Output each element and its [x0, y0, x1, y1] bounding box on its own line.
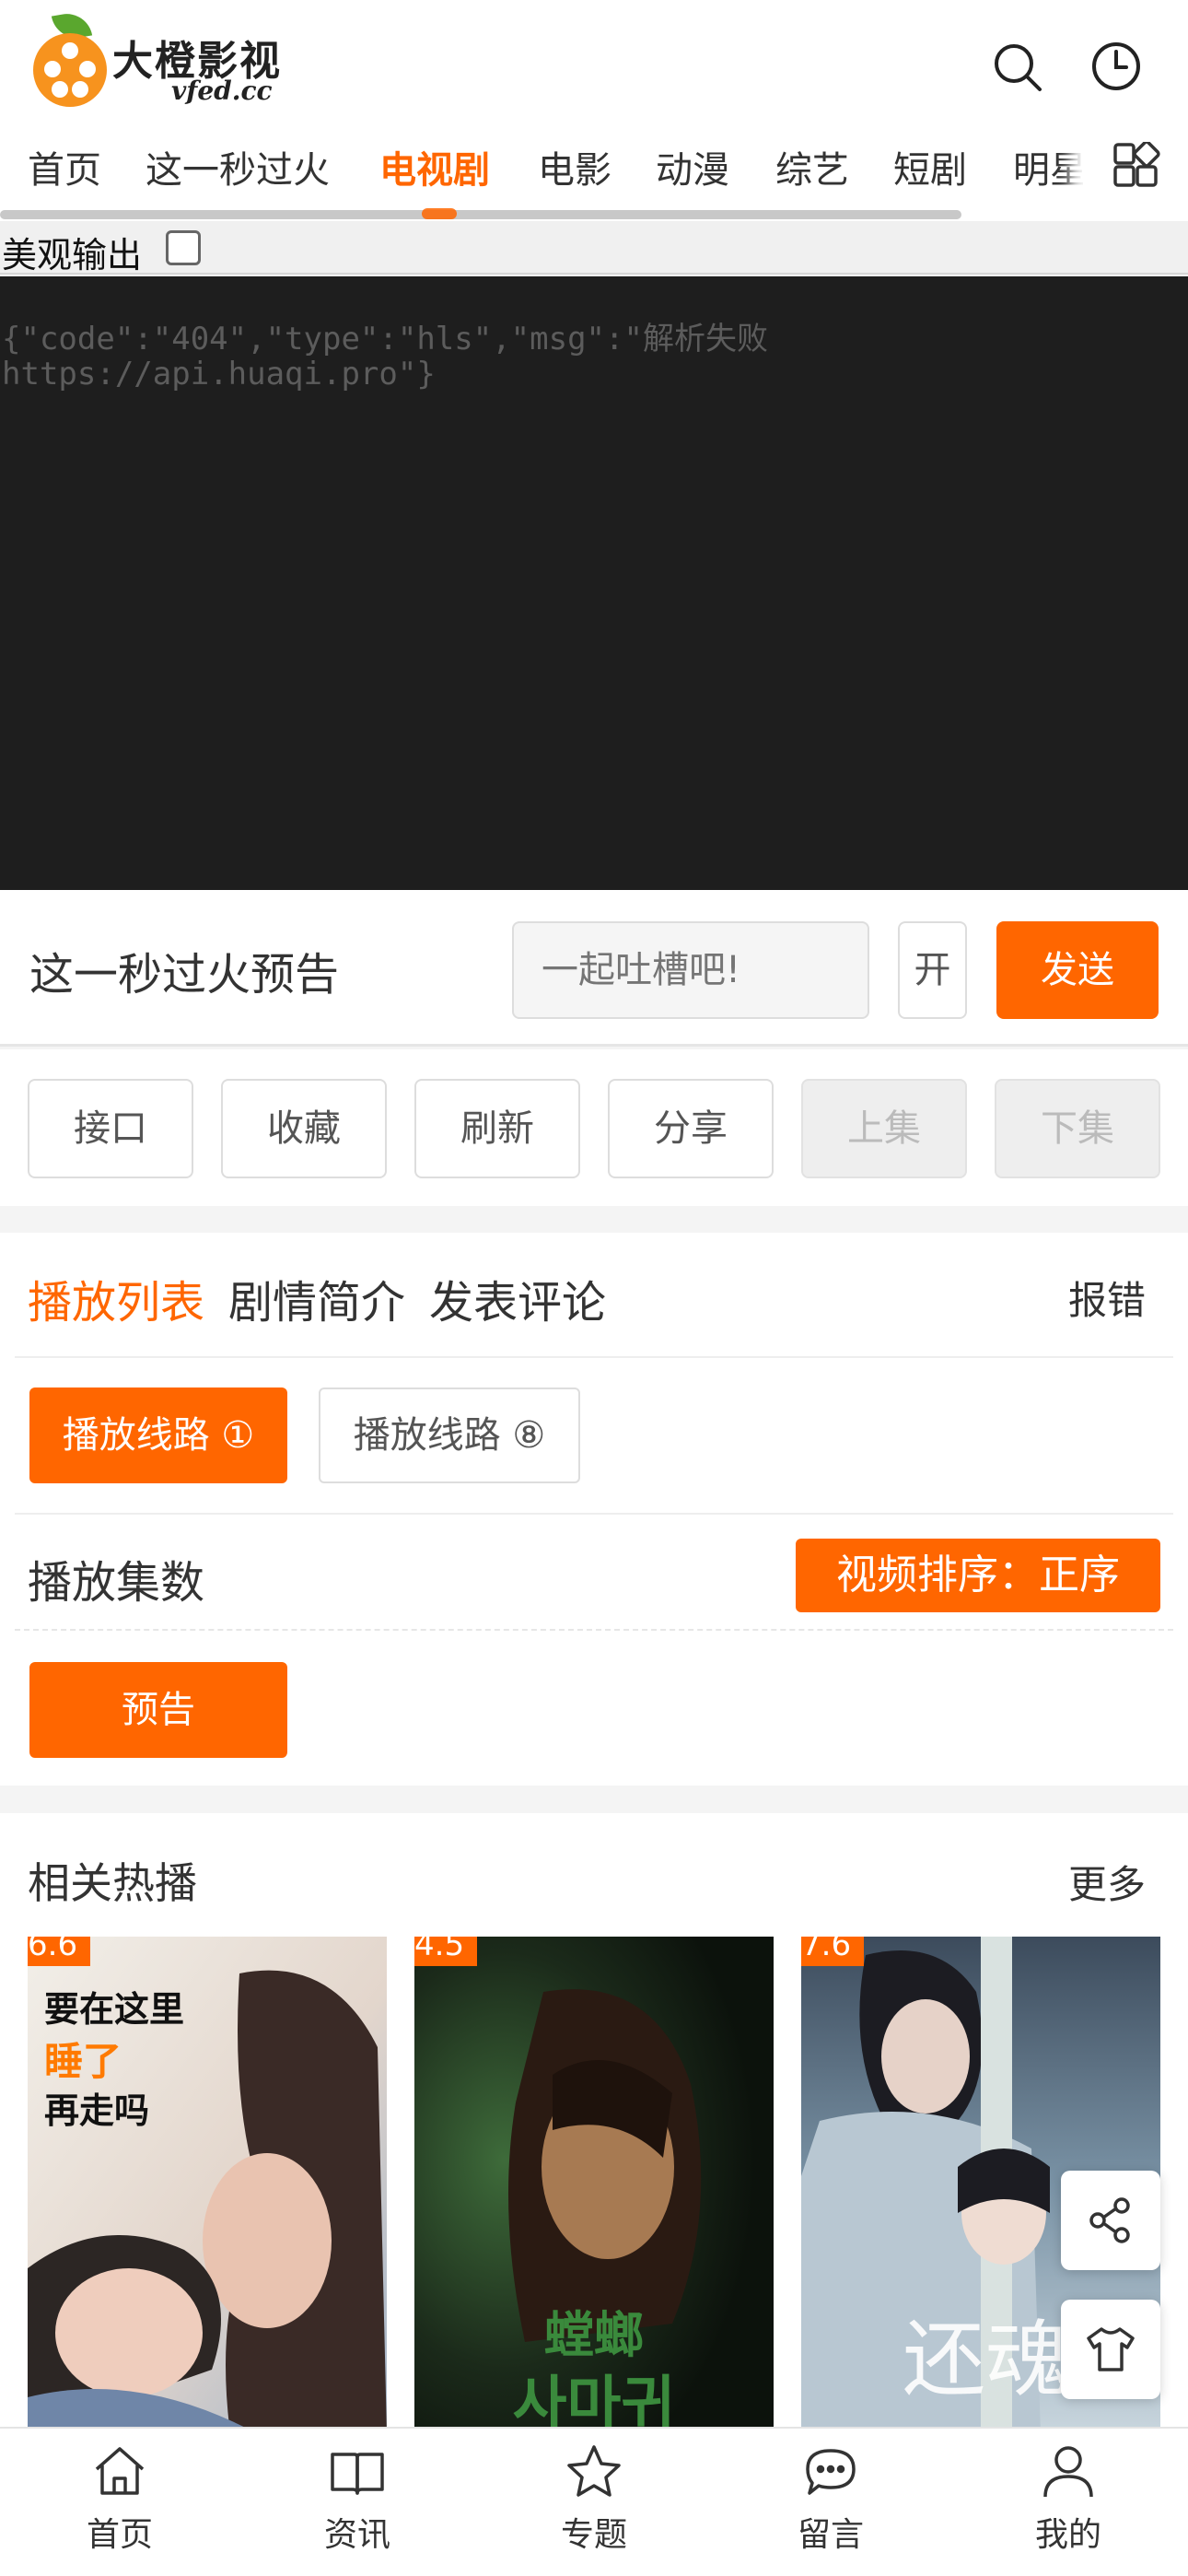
share-button[interactable]: 分享 [608, 1079, 774, 1178]
tshirt-icon [1087, 2327, 1135, 2371]
nav-item-star[interactable]: 明星 [1013, 140, 1087, 193]
danmaku-input[interactable] [512, 921, 869, 1019]
floating-skin-button[interactable] [1061, 2300, 1160, 2399]
site-logo[interactable]: 大橙影视 vfed.cc [33, 9, 300, 114]
route-button-1[interactable]: 播放线路 ① [29, 1388, 287, 1483]
dashed-divider [15, 1629, 1173, 1631]
next-episode-button[interactable]: 下集 [995, 1079, 1160, 1178]
tab-playlist[interactable]: 播放列表 [28, 1266, 204, 1330]
danmaku-send-button[interactable]: 发送 [996, 921, 1159, 1019]
bottom-nav-label: 首页 [86, 2516, 153, 2554]
nav-item-home[interactable]: 首页 [28, 140, 101, 193]
divider [15, 1356, 1173, 1358]
sort-order-button[interactable]: 视频排序：正序 [796, 1539, 1160, 1612]
share-icon [1089, 2197, 1130, 2243]
player-controls: 接口 收藏 刷新 分享 上集 下集 [0, 1049, 1188, 1206]
logo-subtitle: vfed.cc [171, 76, 273, 106]
star-icon [567, 2445, 621, 2497]
score-badge: 7.6 [801, 1937, 865, 1977]
tab-comment[interactable]: 发表评论 [429, 1266, 606, 1330]
bottom-nav: 首页 资讯 专题 留言 我的 [0, 2427, 1188, 2576]
related-card-1[interactable]: 要在这里 睡了 再走吗 6.6 [28, 1937, 387, 2429]
prev-episode-button[interactable]: 上集 [801, 1079, 967, 1178]
error-json-line-2: https://api.huaqi.pro"} [2, 356, 436, 392]
danmaku-bar: 这一秒过火预告 开 发送 [0, 890, 1188, 1047]
score-badge: 4.5 [414, 1937, 478, 1977]
favorite-button[interactable]: 收藏 [221, 1079, 387, 1178]
category-nav: 首页 这一秒过火 电视剧 电影 动漫 综艺 短剧 明星 [0, 122, 1188, 221]
clock-icon[interactable] [1089, 39, 1144, 94]
episode-button[interactable]: 预告 [29, 1662, 287, 1758]
floating-share-button[interactable] [1061, 2171, 1160, 2270]
related-title: 相关热播 [28, 1858, 197, 1908]
related-more-link[interactable]: 更多 [1068, 1854, 1146, 1910]
nav-item-hot[interactable]: 这一秒过火 [146, 140, 330, 193]
bottom-nav-topic[interactable]: 专题 [520, 2441, 668, 2570]
nav-scrollbar[interactable] [0, 210, 961, 219]
chat-icon [806, 2449, 856, 2495]
report-error-link[interactable]: 报错 [1068, 1270, 1146, 1326]
home-icon [95, 2447, 145, 2495]
nav-more-button[interactable] [1083, 122, 1188, 221]
episodes-title: 播放集数 [28, 1557, 205, 1609]
poster-text: 还魂 [903, 2312, 1068, 2408]
related-section: 相关热播 更多 要在这里 睡了 再走吗 6.6 螳螂 사마귀 4.5 还魂 7.… [0, 1813, 1188, 2429]
user-icon [1043, 2446, 1093, 2498]
bottom-nav-message[interactable]: 留言 [757, 2441, 904, 2570]
bottom-nav-label: 我的 [1034, 2516, 1101, 2554]
nav-item-tv[interactable]: 电视剧 [379, 140, 490, 193]
bottom-nav-label: 专题 [560, 2516, 627, 2554]
divider [15, 1513, 1173, 1515]
tab-synopsis[interactable]: 剧情简介 [228, 1266, 405, 1330]
nav-item-movie[interactable]: 电影 [538, 140, 611, 193]
bottom-nav-mine[interactable]: 我的 [995, 2441, 1142, 2570]
grid-icon [1113, 142, 1160, 187]
book-icon [331, 2453, 384, 2495]
pretty-print-checkbox[interactable] [166, 230, 201, 265]
route-button-2[interactable]: 播放线路 ⑧ [319, 1388, 580, 1483]
video-player[interactable]: {"code":"404","type":"hls","msg":"解析失败 h… [0, 276, 1188, 890]
danmaku-toggle-button[interactable]: 开 [898, 921, 967, 1019]
poster-text: 要在这里 [44, 1989, 185, 2030]
bottom-nav-home[interactable]: 首页 [46, 2441, 193, 2570]
pretty-print-bar: 美观输出 [0, 221, 1188, 275]
poster-text: 再走吗 [44, 2090, 150, 2131]
pretty-print-label: 美观输出 [2, 235, 143, 275]
search-icon[interactable] [989, 39, 1044, 94]
poster-text: 사마귀 [512, 2371, 676, 2429]
app-header: 大橙影视 vfed.cc [0, 0, 1188, 122]
refresh-button[interactable]: 刷新 [414, 1079, 580, 1178]
error-json-line-1: {"code":"404","type":"hls","msg":"解析失败 [2, 321, 768, 357]
nav-item-variety[interactable]: 综艺 [775, 140, 849, 193]
bottom-nav-label: 资讯 [323, 2516, 390, 2554]
nav-item-anime[interactable]: 动漫 [656, 140, 729, 193]
bottom-nav-news[interactable]: 资讯 [284, 2441, 431, 2570]
video-title: 这一秒过火预告 [29, 949, 340, 1001]
nav-item-short[interactable]: 短剧 [893, 140, 967, 193]
bottom-nav-label: 留言 [797, 2516, 864, 2554]
related-card-2[interactable]: 螳螂 사마귀 4.5 [414, 1937, 774, 2429]
nav-active-indicator [422, 208, 457, 219]
play-panel: 播放列表 剧情简介 发表评论 报错 播放线路 ① 播放线路 ⑧ 播放集数 视频排… [0, 1233, 1188, 1786]
logo-orange-icon [33, 33, 107, 107]
poster-text: 睡了 [44, 2039, 122, 2084]
score-badge: 6.6 [28, 1937, 91, 1977]
interface-button[interactable]: 接口 [28, 1079, 193, 1178]
